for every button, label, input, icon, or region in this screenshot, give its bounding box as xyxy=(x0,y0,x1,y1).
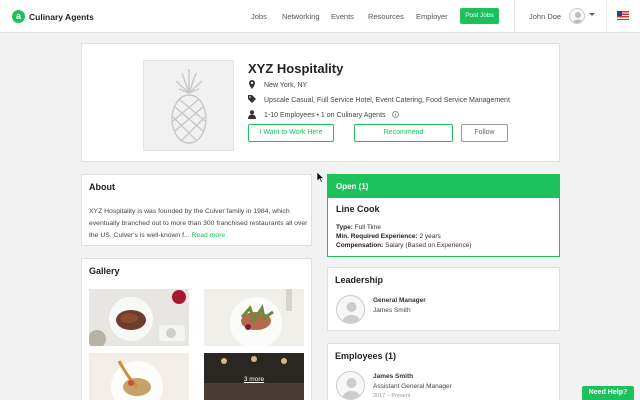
job-compensation-label: Compensation: xyxy=(336,242,384,249)
person-icon xyxy=(248,110,258,121)
about-card: About XYZ Hospitality is was founded by … xyxy=(81,174,312,246)
job-experience: Min. Required Experience: 2 years xyxy=(336,233,441,240)
mouse-cursor-icon xyxy=(317,172,325,183)
post-jobs-button[interactable]: Post Jobs xyxy=(460,8,499,24)
read-more-link[interactable]: Read more xyxy=(192,232,226,239)
employee-dates: 2017 – Present xyxy=(373,393,411,399)
nav-employer[interactable]: Employer xyxy=(416,12,448,21)
gallery-photo-more[interactable]: 3 more xyxy=(204,353,304,400)
nav-networking[interactable]: Networking xyxy=(282,12,320,21)
about-title: About xyxy=(89,182,115,192)
leader-role: General Manager xyxy=(373,297,426,304)
employees-text: 1-10 Employees • 1 on Culinary Agents xyxy=(264,112,386,119)
gallery-card: Gallery 3 more xyxy=(81,258,312,400)
job-type-value: Full Time xyxy=(354,224,382,231)
gallery-photo-salad[interactable] xyxy=(204,289,304,346)
company-logo xyxy=(143,60,234,151)
job-compensation: Compensation: Salary (Based on Experienc… xyxy=(336,242,471,249)
header-divider xyxy=(514,0,515,33)
recommend-button[interactable]: Recommend xyxy=(354,124,453,142)
employees-title: Employees (1) xyxy=(335,351,397,361)
leadership-card: Leadership General Manager James Smith xyxy=(327,267,560,331)
nav-resources[interactable]: Resources xyxy=(368,12,404,21)
location-row: New York, NY xyxy=(248,80,307,91)
top-navbar: a Culinary Agents Jobs Networking Events… xyxy=(0,0,640,33)
company-name: XYZ Hospitality xyxy=(248,61,344,76)
employee-avatar[interactable] xyxy=(336,371,365,400)
person-icon xyxy=(573,12,583,23)
us-flag-icon[interactable] xyxy=(617,11,629,20)
job-experience-label: Min. Required Experience: xyxy=(336,233,418,240)
job-title-link[interactable]: Line Cook xyxy=(336,204,380,214)
location-pin-icon xyxy=(248,80,258,91)
gallery-photo-dish[interactable] xyxy=(89,353,189,400)
user-name[interactable]: John Doe xyxy=(529,12,561,21)
follow-button[interactable]: Follow xyxy=(461,124,508,142)
user-avatar[interactable] xyxy=(569,8,585,24)
gallery-title: Gallery xyxy=(89,266,120,276)
brand-name: Culinary Agents xyxy=(29,11,94,22)
tags-text: Upscale Casual, Full Service Hotel, Even… xyxy=(264,96,510,104)
want-to-work-here-button[interactable]: I Want to Work Here xyxy=(248,124,334,142)
nav-jobs[interactable]: Jobs xyxy=(251,12,267,21)
gallery-photo-steak[interactable] xyxy=(89,289,189,346)
leader-avatar[interactable] xyxy=(336,295,365,324)
person-icon xyxy=(342,378,361,399)
pineapple-icon xyxy=(171,69,207,144)
leader-name[interactable]: James Smith xyxy=(373,307,411,314)
location-text: New York, NY xyxy=(264,82,308,89)
need-help-button[interactable]: Need Help? xyxy=(582,386,634,400)
job-experience-value: 2 years xyxy=(419,233,441,240)
employees-row: 1-10 Employees • 1 on Culinary Agents xyxy=(248,110,399,121)
logo-icon: a xyxy=(12,10,25,23)
employee-role: Assistant General Manager xyxy=(373,383,452,390)
employees-card: Employees (1) James Smith Assistant Gene… xyxy=(327,343,560,400)
about-text: XYZ Hospitality is was founded by the Cu… xyxy=(89,206,309,242)
job-type-label: Type: xyxy=(336,224,353,231)
info-icon[interactable] xyxy=(391,111,399,120)
header-divider-2 xyxy=(606,0,607,33)
employee-name[interactable]: James Smith xyxy=(373,373,413,380)
tag-icon xyxy=(248,95,258,105)
job-type: Type: Full Time xyxy=(336,224,381,231)
chevron-down-icon[interactable] xyxy=(589,13,595,16)
open-jobs-card: Open (1) Line Cook Type: Full Time Min. … xyxy=(327,174,560,257)
leadership-title: Leadership xyxy=(335,275,384,285)
person-icon xyxy=(342,302,361,323)
nav-events[interactable]: Events xyxy=(331,12,354,21)
brand-logo[interactable]: a Culinary Agents xyxy=(12,10,94,23)
company-profile-card: XYZ Hospitality New York, NY Upscale Cas… xyxy=(81,43,560,162)
tags-row: Upscale Casual, Full Service Hotel, Even… xyxy=(248,95,510,105)
open-jobs-header: Open (1) xyxy=(328,175,559,198)
more-photos-link[interactable]: 3 more xyxy=(204,376,304,383)
job-compensation-value: Salary (Based on Experience) xyxy=(385,242,472,249)
